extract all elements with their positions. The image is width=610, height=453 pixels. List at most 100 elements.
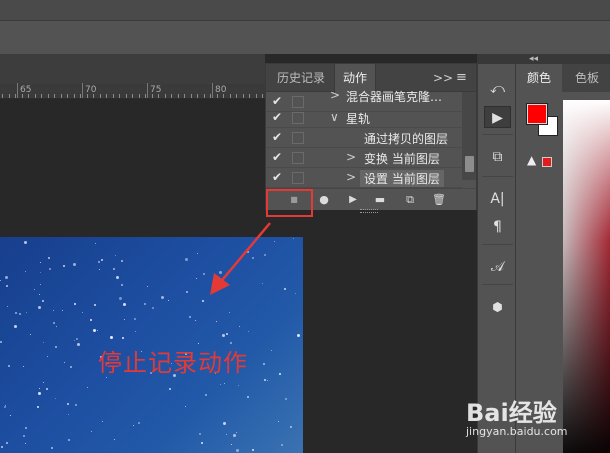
star [115, 255, 116, 256]
ruler-tick [151, 94, 153, 98]
star [114, 439, 115, 440]
star [113, 268, 115, 270]
star [186, 291, 188, 293]
tab-history[interactable]: 历史记录 [270, 64, 332, 92]
actions-panel: 历史记录 动作 >> ≡ ✔ > 混合器画笔克隆… ✔ ∨ 星轨 ✔ 通过拷贝的… [265, 63, 477, 210]
star [152, 307, 154, 309]
ruler-tick [119, 94, 120, 98]
star [195, 320, 196, 321]
record-button[interactable]: ● [315, 192, 333, 208]
star [64, 362, 65, 363]
checkmark-icon[interactable]: ✔ [272, 150, 282, 164]
star [51, 447, 53, 449]
star [263, 363, 265, 365]
star [93, 329, 96, 332]
ruler-tick [2, 94, 3, 98]
star [39, 294, 40, 295]
ruler-tick [138, 94, 140, 98]
dialog-toggle[interactable] [292, 152, 304, 164]
star [68, 414, 69, 415]
star [55, 398, 56, 399]
action-row[interactable]: ✔ 通过拷贝的图层 [266, 128, 462, 148]
action-row-selected[interactable]: ✔ > 设置 当前图层 [266, 168, 462, 188]
tab-swatches[interactable]: 色板 [566, 64, 608, 92]
star [226, 434, 227, 435]
horizontal-ruler[interactable]: 65 70 75 80 [0, 83, 300, 99]
ruler-tick [73, 94, 75, 98]
star [7, 306, 8, 307]
star [94, 304, 96, 306]
foreground-color-swatch[interactable] [526, 103, 548, 125]
star [147, 286, 148, 287]
star [238, 385, 239, 386]
action-row[interactable]: ✔ > 变换 当前图层 [266, 148, 462, 168]
ruler-tick [86, 94, 88, 98]
star [233, 434, 236, 437]
dialog-toggle[interactable] [292, 132, 304, 144]
glyphs-panel-icon[interactable]: 𝒜 [484, 256, 511, 278]
star [99, 269, 100, 270]
gamut-warning-icon[interactable]: ▲ [527, 153, 536, 167]
clone-source-icon[interactable]: ⧉ [484, 146, 511, 168]
star [1, 446, 3, 448]
tab-color[interactable]: 颜色 [516, 64, 562, 93]
checkmark-icon[interactable]: ✔ [272, 130, 282, 144]
star [25, 427, 27, 429]
star [25, 443, 26, 444]
star [74, 340, 75, 341]
dialog-toggle[interactable] [292, 172, 304, 184]
ruler-tick [60, 94, 62, 98]
star [70, 366, 72, 368]
new-action-button[interactable]: ⧉ [401, 192, 419, 208]
ruler-tick [255, 94, 257, 98]
character-panel-icon[interactable]: A| [484, 188, 511, 210]
new-set-button[interactable]: ▬ [371, 192, 389, 208]
action-row[interactable]: ✔ ∨ 星轨 [266, 108, 462, 128]
star [25, 271, 26, 272]
star [168, 300, 169, 301]
dialog-toggle[interactable] [292, 112, 304, 124]
ruler-tick [262, 94, 263, 98]
star [5, 276, 8, 279]
star [30, 334, 31, 335]
checkmark-icon[interactable]: ✔ [272, 94, 282, 108]
star [144, 303, 146, 305]
expand-icon[interactable]: > [346, 170, 356, 184]
watermark: Bai经验 jingyan.baidu.com [466, 393, 606, 448]
star [222, 334, 225, 337]
checkmark-icon[interactable]: ✔ [272, 170, 282, 184]
star [68, 439, 70, 441]
collapse-dock-icon[interactable]: ◂◂ [529, 54, 538, 64]
expand-icon[interactable]: ∨ [330, 110, 339, 124]
ruler-tick [8, 94, 10, 98]
expand-icon[interactable]: > [346, 150, 356, 164]
star [293, 238, 294, 239]
star [229, 312, 230, 313]
star [75, 404, 77, 406]
ruler-tick [54, 94, 55, 98]
ruler-tick [80, 94, 81, 98]
ruler-tick [112, 94, 114, 98]
history-panel-icon[interactable]: ⤺ [484, 78, 511, 100]
star [97, 330, 98, 331]
panel-menu-icon[interactable]: ≡ [456, 70, 467, 85]
ruler-tick [171, 94, 172, 98]
collapse-panel-icon[interactable]: >> [433, 71, 453, 85]
star [37, 406, 39, 408]
gamut-warning-swatch[interactable] [542, 157, 552, 167]
star [19, 313, 21, 315]
checkmark-icon[interactable]: ✔ [272, 110, 282, 124]
play-button[interactable]: ▶ [344, 192, 362, 208]
stop-button-highlight-box [266, 189, 313, 217]
actions-panel-icon[interactable]: ▶ [484, 106, 511, 128]
paragraph-panel-icon[interactable]: ¶ [484, 216, 511, 238]
3d-panel-icon[interactable]: ⬢ [484, 296, 511, 318]
star [47, 356, 48, 357]
delete-button[interactable]: 🗑 [430, 192, 448, 208]
scrollbar-thumb[interactable] [465, 156, 474, 172]
panel-resize-grip[interactable] [360, 209, 378, 213]
action-label: 星轨 [346, 112, 371, 126]
star [284, 288, 286, 290]
dialog-toggle[interactable] [292, 96, 304, 108]
expand-icon[interactable]: > [330, 88, 340, 102]
